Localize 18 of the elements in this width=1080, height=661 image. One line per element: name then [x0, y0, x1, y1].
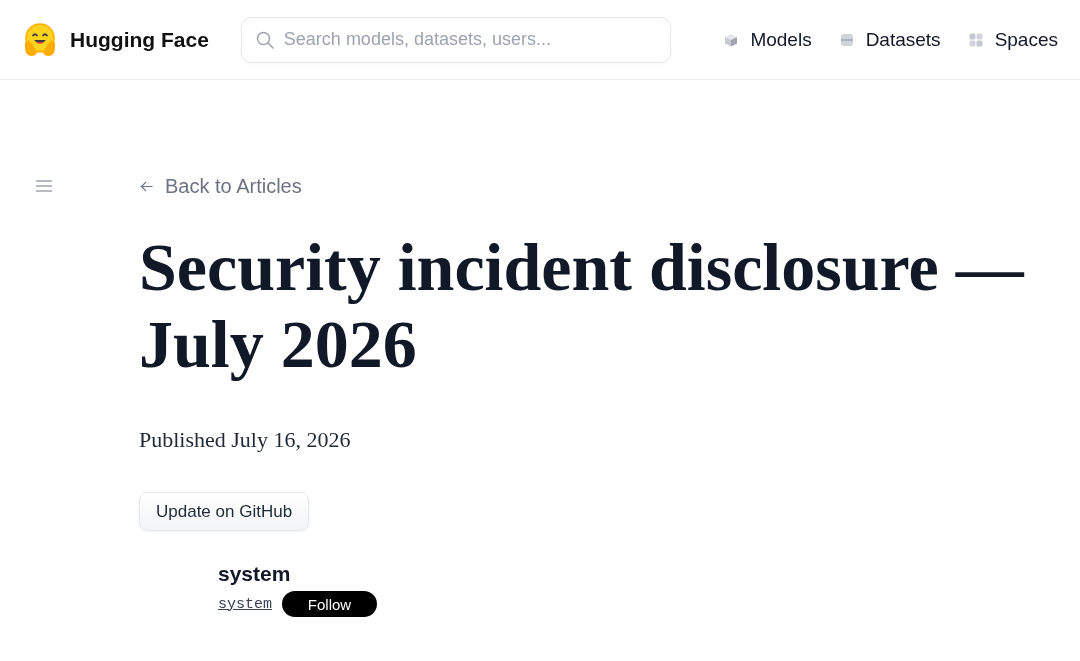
- hugging-face-emoji-icon[interactable]: [22, 21, 58, 58]
- cube-icon: [724, 32, 739, 47]
- back-link[interactable]: Back to Articles: [139, 172, 302, 200]
- nav-link[interactable]: Spaces: [968, 28, 1058, 51]
- follow-button[interactable]: Follow: [282, 591, 377, 617]
- search-field[interactable]: Search models, datasets, users...: [240, 16, 671, 63]
- update-on-github-button[interactable]: Update on GitHub: [139, 492, 310, 531]
- left-arrow-icon: [140, 180, 153, 192]
- author-name: system: [218, 561, 291, 587]
- site-name[interactable]: Hugging Face: [70, 27, 209, 52]
- nav-link[interactable]: Datasets: [839, 28, 941, 51]
- search-icon: [255, 30, 274, 49]
- database-icon: [839, 32, 854, 47]
- author-username-link[interactable]: system: [218, 595, 272, 613]
- publish-date: Published July 16, 2026: [139, 426, 351, 454]
- nav-link[interactable]: Models: [724, 28, 812, 51]
- article-title: Security incident disclosure — July 2026: [139, 229, 1026, 383]
- grid-icon: [968, 32, 983, 47]
